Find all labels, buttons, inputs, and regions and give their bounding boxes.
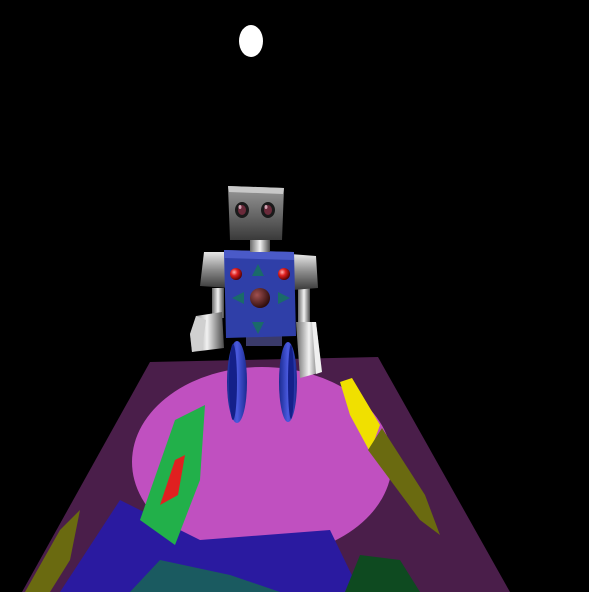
right-eye [261,202,275,218]
head [228,186,284,240]
left-arm [190,288,224,352]
torso [224,250,296,338]
right-arm [296,288,322,378]
game-viewport[interactable] [0,0,589,592]
right-wheel [279,342,297,422]
scene-canvas [22,25,510,592]
light-source [239,25,263,57]
axle [246,336,282,346]
right-chest-light [278,268,290,280]
left-chest-light [230,268,242,280]
floor [22,357,510,592]
left-wheel [227,341,247,423]
left-eye [235,202,249,218]
chest-core [250,288,270,308]
